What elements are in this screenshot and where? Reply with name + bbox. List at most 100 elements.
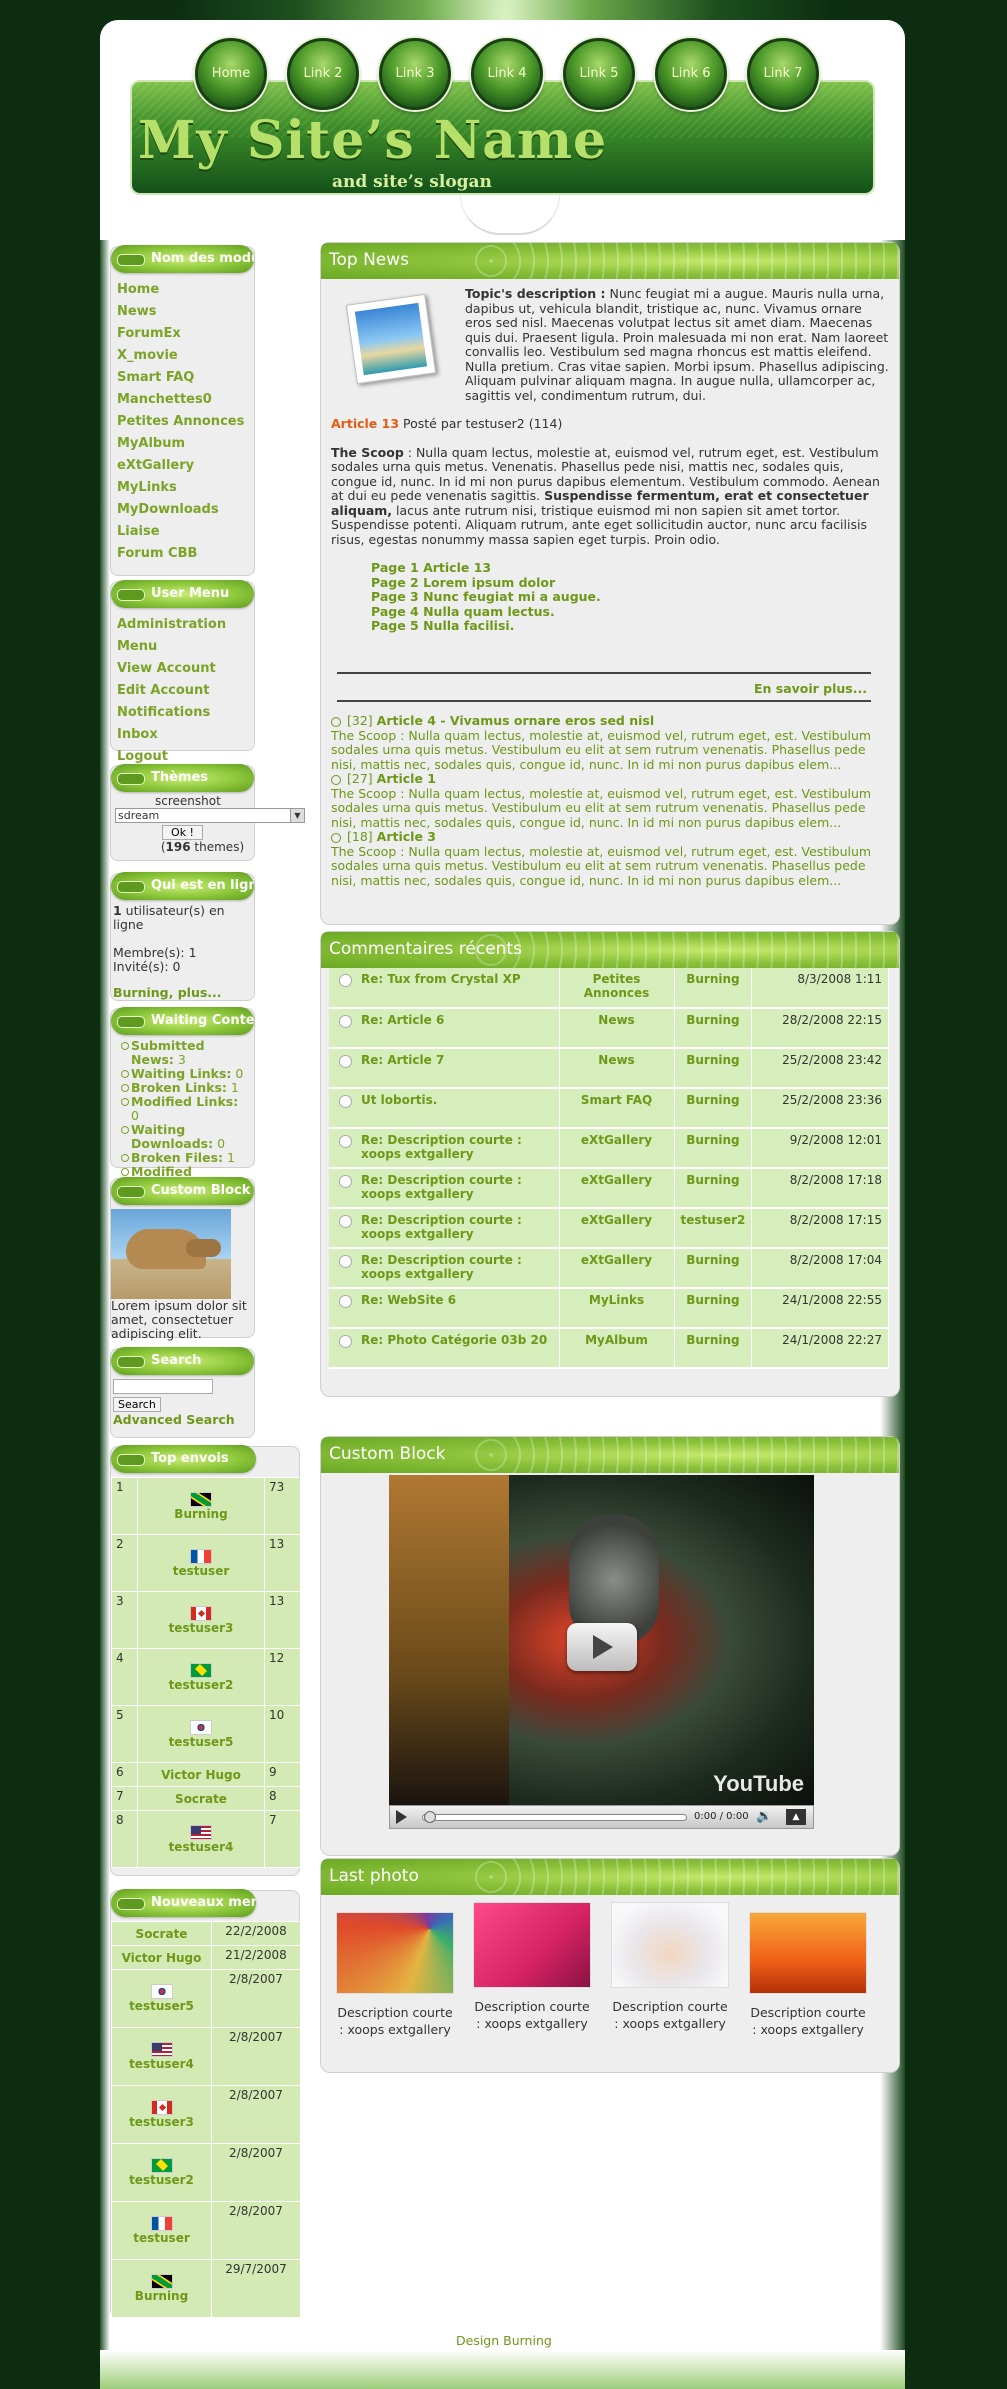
member-name[interactable]: testuser	[133, 2231, 190, 2245]
user-menu-item[interactable]: Edit Account	[114, 680, 251, 702]
sidebar-item[interactable]: Forum CBB	[114, 543, 251, 565]
comment-user-link[interactable]: Burning	[674, 1328, 753, 1369]
last-photo-item[interactable]: Description courte : xoops extgallery	[472, 1902, 592, 2032]
user-name[interactable]: testuser5	[169, 1735, 234, 1749]
nav-home[interactable]: Home	[195, 38, 267, 110]
last-photo-item[interactable]: Description courte : xoops extgallery	[748, 1912, 868, 2038]
comment-user-link[interactable]: Burning	[674, 1168, 753, 1209]
sidebar-item[interactable]: Smart FAQ	[114, 367, 251, 389]
waiting-item[interactable]: Waiting Downloads: 0	[119, 1123, 246, 1151]
comment-title-link[interactable]: Re: Photo Catégorie 03b 20	[329, 1328, 560, 1369]
member-cell[interactable]: testuser4	[111, 2027, 212, 2086]
nav-link-6[interactable]: Link 6	[655, 38, 727, 110]
video-scrubber[interactable]	[424, 1811, 436, 1823]
comment-user-link[interactable]: testuser2	[674, 1208, 753, 1249]
member-cell[interactable]: testuser	[111, 2201, 212, 2260]
user-cell[interactable]: testuser5	[137, 1705, 265, 1763]
user-name[interactable]: testuser3	[169, 1621, 234, 1635]
user-name[interactable]: testuser4	[169, 1840, 234, 1854]
user-cell[interactable]: testuser2	[137, 1648, 265, 1706]
comment-module-link[interactable]: Smart FAQ	[559, 1088, 675, 1129]
user-cell[interactable]: testuser	[137, 1534, 265, 1592]
user-cell[interactable]: Victor Hugo	[137, 1762, 265, 1787]
advanced-search-link[interactable]: Advanced Search	[113, 1412, 252, 1427]
comment-title-link[interactable]: Re: WebSite 6	[329, 1288, 560, 1329]
sidebar-item[interactable]: Home	[114, 279, 251, 301]
member-name[interactable]: Burning	[135, 2289, 188, 2303]
member-cell[interactable]: testuser3	[111, 2085, 212, 2144]
article-link[interactable]: Article 13	[331, 416, 399, 431]
comment-module-link[interactable]: News	[559, 1008, 675, 1049]
read-more-link[interactable]: En savoir plus...	[754, 681, 867, 696]
expand-icon[interactable]: ▲	[786, 1809, 806, 1825]
comment-user-link[interactable]: Burning	[674, 968, 753, 1009]
waiting-item[interactable]: Modified Links: 0	[119, 1095, 246, 1123]
user-cell[interactable]: Burning	[137, 1477, 265, 1535]
comment-module-link[interactable]: eXtGallery	[559, 1168, 675, 1209]
sidebar-item[interactable]: eXtGallery	[114, 455, 251, 477]
user-name[interactable]: Burning	[174, 1507, 227, 1521]
online-more-link[interactable]: Burning, plus...	[113, 986, 252, 1000]
member-cell[interactable]: Socrate	[111, 1921, 212, 1946]
sidebar-item[interactable]: MyAlbum	[114, 433, 251, 455]
comment-module-link[interactable]: MyAlbum	[559, 1328, 675, 1369]
waiting-item[interactable]: Waiting Links: 0	[119, 1067, 246, 1081]
user-cell[interactable]: Socrate	[137, 1786, 265, 1811]
user-name[interactable]: Socrate	[175, 1792, 227, 1806]
nav-link-7[interactable]: Link 7	[747, 38, 819, 110]
play-icon[interactable]	[396, 1810, 407, 1824]
user-name[interactable]: Victor Hugo	[161, 1768, 241, 1782]
article-title-link[interactable]: Article 1	[377, 771, 436, 786]
comment-user-link[interactable]: Burning	[674, 1248, 753, 1289]
sidebar-item[interactable]: Petites Annonces	[114, 411, 251, 433]
comment-title-link[interactable]: Re: Description courte : xoops extgaller…	[329, 1248, 560, 1289]
sidebar-item[interactable]: Manchettes0	[114, 389, 251, 411]
comment-module-link[interactable]: MyLinks	[559, 1288, 675, 1329]
member-name[interactable]: testuser2	[129, 2173, 194, 2187]
last-photo-item[interactable]: Description courte : xoops extgallery	[610, 1902, 730, 2032]
comment-title-link[interactable]: Re: Tux from Crystal XP	[329, 968, 560, 1009]
sidebar-item[interactable]: MyLinks	[114, 477, 251, 499]
user-menu-item[interactable]: View Account	[114, 658, 251, 680]
comment-module-link[interactable]: eXtGallery	[559, 1208, 675, 1249]
comment-user-link[interactable]: Burning	[674, 1008, 753, 1049]
member-name[interactable]: Victor Hugo	[122, 1951, 202, 1965]
member-name[interactable]: testuser3	[129, 2115, 194, 2129]
article-page-link[interactable]: Page 2 Lorem ipsum dolor	[371, 575, 889, 591]
sidebar-item[interactable]: X_movie	[114, 345, 251, 367]
user-cell[interactable]: testuser3	[137, 1591, 265, 1649]
comment-title-link[interactable]: Re: Description courte : xoops extgaller…	[329, 1168, 560, 1209]
search-button[interactable]: Search	[113, 1397, 161, 1412]
video-progress-bar[interactable]	[422, 1814, 687, 1821]
footer-credit[interactable]: Design Burning	[456, 2333, 552, 2348]
member-name[interactable]: testuser4	[129, 2057, 194, 2071]
comment-module-link[interactable]: News	[559, 1048, 675, 1089]
theme-ok-button[interactable]: Ok !	[162, 825, 203, 840]
member-name[interactable]: testuser5	[129, 1999, 194, 2013]
article-title-link[interactable]: Article 4 - Vivamus ornare eros sed nisl	[377, 713, 654, 728]
volume-icon[interactable]: 🔉	[756, 1809, 772, 1824]
article-page-link[interactable]: Page 3 Nunc feugiat mi a augue.	[371, 589, 889, 605]
user-menu-item[interactable]: Inbox	[114, 724, 251, 746]
article-title-link[interactable]: Article 3	[377, 829, 436, 844]
article-page-link[interactable]: Page 5 Nulla facilisi.	[371, 618, 889, 634]
member-cell[interactable]: testuser2	[111, 2143, 212, 2202]
nav-link-5[interactable]: Link 5	[563, 38, 635, 110]
nav-link-2[interactable]: Link 2	[287, 38, 359, 110]
sidebar-item[interactable]: Liaise	[114, 521, 251, 543]
user-name[interactable]: testuser2	[169, 1678, 234, 1692]
comment-title-link[interactable]: Ut lobortis.	[329, 1088, 560, 1129]
nav-link-3[interactable]: Link 3	[379, 38, 451, 110]
sidebar-item[interactable]: MyDownloads	[114, 499, 251, 521]
nav-link-4[interactable]: Link 4	[471, 38, 543, 110]
member-cell[interactable]: Burning	[111, 2259, 212, 2318]
comment-title-link[interactable]: Re: Description courte : xoops extgaller…	[329, 1128, 560, 1169]
article-page-link[interactable]: Page 4 Nulla quam lectus.	[371, 604, 889, 620]
comment-user-link[interactable]: Burning	[674, 1288, 753, 1329]
comment-module-link[interactable]: eXtGallery	[559, 1248, 675, 1289]
member-name[interactable]: Socrate	[136, 1927, 188, 1941]
last-photo-item[interactable]: Description courte : xoops extgallery	[335, 1912, 455, 2038]
comment-module-link[interactable]: eXtGallery	[559, 1128, 675, 1169]
comment-user-link[interactable]: Burning	[674, 1088, 753, 1129]
member-cell[interactable]: testuser5	[111, 1969, 212, 2028]
